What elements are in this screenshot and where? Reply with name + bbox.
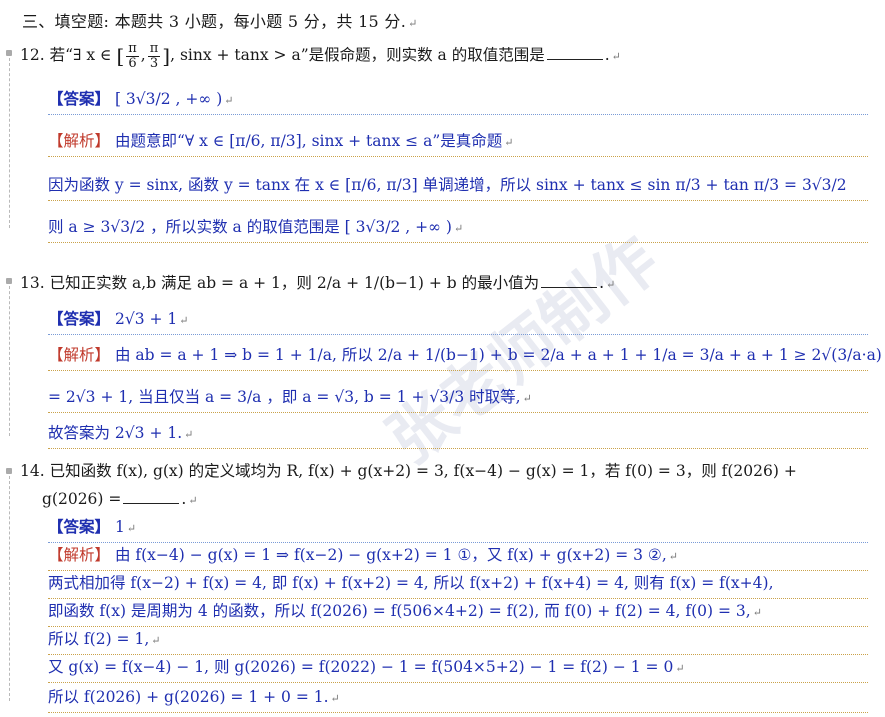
q14-solution-tag: 【解析】 (48, 546, 111, 564)
q13-stem: 13. 已知正实数 a,b 满足 ab = a + 1，则 2/a + 1/(b… (20, 274, 616, 292)
q14-solution-line-2: 两式相加得 f(x−2) + f(x) = 4, 即 f(x) + f(x+2)… (48, 568, 868, 599)
q12-solution-line-3: 则 a ≥ 3√3/2 ，所以实数 a 的取值范围是 [ 3√3/2 , +∞ … (48, 212, 868, 243)
q12-stem: 12. 若“∃ x ∈ [π 6, π 3], sinx + tanx > a”是假命… (20, 40, 621, 71)
section-heading-text: 三、填空题: 本题共 3 小题，每小题 5 分，共 15 分. (22, 12, 407, 31)
q14-solution-line-5: 又 g(x) = f(x−4) − 1, 则 g(2026) = f(2022)… (48, 652, 868, 683)
q14-solution-3: 即函数 f(x) 是周期为 4 的函数，所以 f(2026) = f(506×4… (48, 602, 751, 620)
q14-stem-2: g(2026) = (42, 490, 122, 508)
q14-solution-1: 由 f(x−4) − g(x) = 1 ⇒ f(x−2) − g(x+2) = … (114, 546, 667, 564)
q14-bracket (9, 476, 10, 701)
q13-answer-line: 【答案】 2√3 + 1 ↵ (48, 304, 868, 335)
q12-solution-tag: 【解析】 (48, 132, 111, 150)
q14-solution-2: 两式相加得 f(x−2) + f(x) = 4, 即 f(x) + f(x+2)… (48, 574, 774, 592)
q14-answer: 1 (114, 518, 125, 536)
q12-stem-b: sinx + tanx > a”是假命题，则实数 a 的取值范围是 (179, 46, 545, 64)
q13-solution-3: 故答案为 2√3 + 1. (48, 424, 183, 442)
q13-answer: 2√3 + 1 (114, 310, 178, 328)
q12-solution-1: 由题意即“∀ x ∈ [π/6, π/3], sinx + tanx ≤ a”是… (114, 132, 503, 150)
q13-solution-1: 由 ab = a + 1 ⇒ b = 1 + 1/a, 所以 2/a + 1/(… (114, 346, 885, 364)
q12-bracket (9, 58, 10, 228)
q14-solution-4: 所以 f(2) = 1, (48, 630, 150, 648)
q14-solution-line-1: 【解析】 由 f(x−4) − g(x) = 1 ⇒ f(x−2) − g(x+… (48, 540, 868, 571)
q13-solution-tag: 【解析】 (48, 346, 111, 364)
q13-answer-tag: 【答案】 (48, 309, 111, 328)
q12-solution-line-2: 因为函数 y = sinx, 函数 y = tanx 在 x ∈ [π/6, π… (48, 170, 868, 201)
q13-number: 13. (20, 274, 45, 292)
q14-solution-line-4: 所以 f(2) = 1, ↵ (48, 624, 868, 655)
q14-stem-cont: g(2026) =. ↵ (42, 490, 198, 508)
q12-blank (546, 59, 603, 60)
q14-blank (123, 503, 180, 504)
q12-answer: [ 3√3/2 , +∞ ) (114, 90, 223, 108)
q14-answer-tag: 【答案】 (48, 517, 111, 536)
q12-solution-3: 则 a ≥ 3√3/2 ，所以实数 a 的取值范围是 [ 3√3/2 , +∞ … (48, 218, 452, 236)
q14-solution-line-6: 所以 f(2026) + g(2026) = 1 + 0 = 1. ↵ (48, 682, 868, 713)
q12-number: 12. (20, 46, 45, 64)
q12-solution-2: 因为函数 y = sinx, 函数 y = tanx 在 x ∈ [π/6, π… (48, 176, 847, 194)
q14-answer-line: 【答案】 1 ↵ (48, 512, 868, 543)
q12-answer-line: 【答案】 [ 3√3/2 , +∞ ) ↵ (48, 84, 868, 115)
q14-solution-6: 所以 f(2026) + g(2026) = 1 + 0 = 1. (48, 688, 329, 706)
q13-solution-line-3: 故答案为 2√3 + 1. ↵ (48, 418, 868, 449)
q13-bullet (6, 278, 12, 284)
q13-solution-line-2: = 2√3 + 1, 当且仅当 a = 3/a ，即 a = √3, b = 1… (48, 382, 868, 413)
q13-blank (541, 287, 598, 288)
q13-bracket (9, 286, 10, 436)
q12-stem-a: 若“∃ x ∈ (49, 46, 112, 64)
q14-solution-line-3: 即函数 f(x) 是周期为 4 的函数，所以 f(2026) = f(506×4… (48, 596, 868, 627)
section-heading: 三、填空题: 本题共 3 小题，每小题 5 分，共 15 分. ↵ (22, 12, 418, 31)
q14-stem-1: 已知函数 f(x), g(x) 的定义域均为 R, f(x) + g(x+2) … (49, 462, 797, 480)
q13-solution-line-1: 【解析】 由 ab = a + 1 ⇒ b = 1 + 1/a, 所以 2/a … (48, 340, 885, 371)
q12-bullet (6, 50, 12, 56)
q13-stem-text: 已知正实数 a,b 满足 ab = a + 1，则 2/a + 1/(b−1) … (49, 274, 540, 292)
document-page: 张老师制作 三、填空题: 本题共 3 小题，每小题 5 分，共 15 分. ↵ 1… (0, 0, 885, 717)
q14-solution-5: 又 g(x) = f(x−4) − 1, 则 g(2026) = f(2022)… (48, 658, 674, 676)
q12-answer-tag: 【答案】 (48, 89, 111, 108)
q14-number: 14. (20, 462, 45, 480)
q14-stem: 14. 已知函数 f(x), g(x) 的定义域均为 R, f(x) + g(x… (20, 458, 797, 484)
q13-solution-2: = 2√3 + 1, 当且仅当 a = 3/a ，即 a = √3, b = 1… (48, 388, 521, 406)
q14-bullet (6, 468, 12, 474)
q12-solution-line-1: 【解析】 由题意即“∀ x ∈ [π/6, π/3], sinx + tanx … (48, 126, 868, 157)
